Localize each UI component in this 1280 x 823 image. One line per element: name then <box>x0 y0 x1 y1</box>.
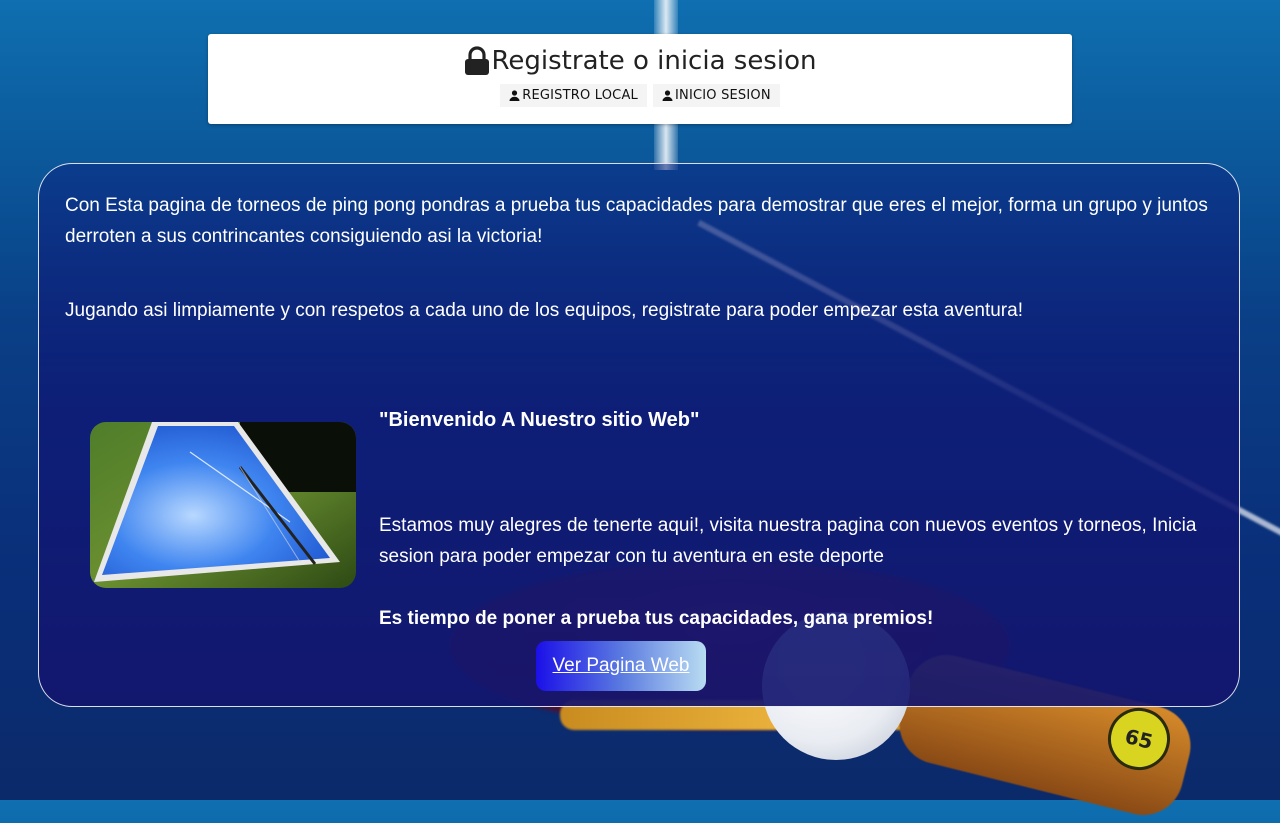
auth-header-card: Registrate o inicia sesion REGISTRO LOCA… <box>208 34 1072 124</box>
login-button[interactable]: INICIO SESION <box>653 84 780 107</box>
main-panel: Con Esta pagina de torneos de ping pong … <box>38 163 1240 707</box>
intro-paragraph-1: Con Esta pagina de torneos de ping pong … <box>65 195 1208 247</box>
register-local-label: REGISTRO LOCAL <box>522 88 638 103</box>
user-icon <box>662 90 673 101</box>
welcome-text: Estamos muy alegres de tenerte aqui!, vi… <box>379 515 1197 567</box>
user-icon <box>509 90 520 101</box>
welcome-title: "Bienvenido A Nuestro sitio Web" <box>379 409 700 431</box>
header-title-row: Registrate o inicia sesion <box>208 46 1072 76</box>
login-label: INICIO SESION <box>675 88 771 103</box>
view-website-button[interactable]: Ver Pagina Web <box>536 641 706 691</box>
auth-buttons: REGISTRO LOCAL INICIO SESION <box>208 84 1072 107</box>
ping-pong-table-photo <box>90 422 356 588</box>
lock-icon <box>464 46 490 76</box>
page-title: Registrate o inicia sesion <box>491 46 817 76</box>
register-local-button[interactable]: REGISTRO LOCAL <box>500 84 647 107</box>
challenge-text: Es tiempo de poner a prueba tus capacida… <box>379 608 934 629</box>
intro-paragraph-2: Jugando asi limpiamente y con respetos a… <box>65 300 1023 321</box>
